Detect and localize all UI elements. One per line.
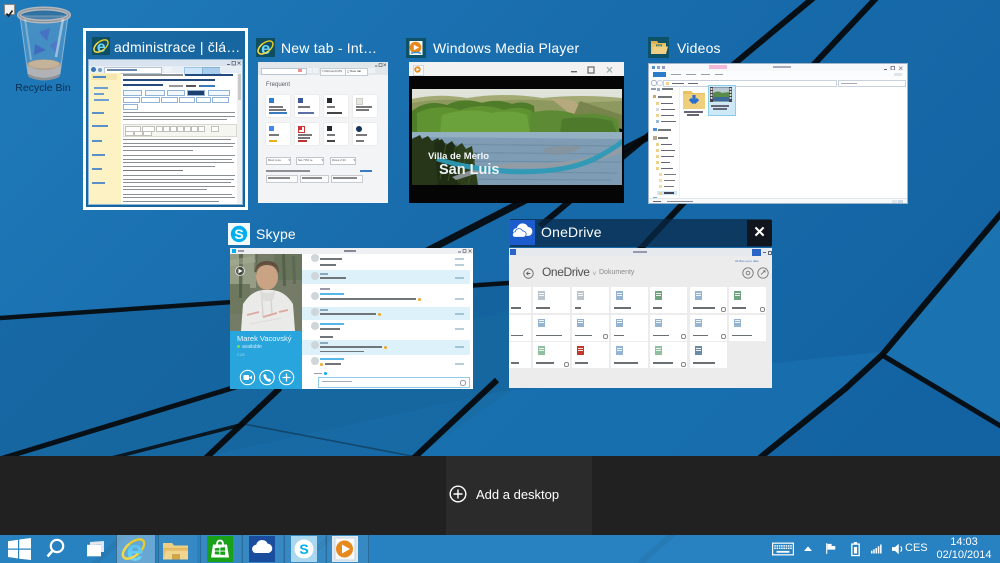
svg-text:San Luis: San Luis [439, 162, 499, 178]
svg-text:S: S [234, 226, 243, 242]
svg-text:S: S [299, 541, 308, 557]
svg-text:Villa de Merlo: Villa de Merlo [428, 151, 489, 162]
